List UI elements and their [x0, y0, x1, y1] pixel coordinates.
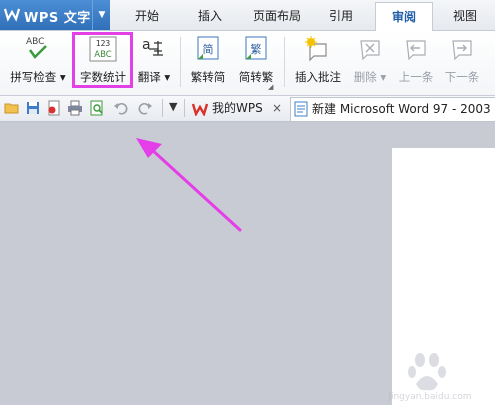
wps-red-logo-icon: [192, 103, 208, 116]
tab-page-layout[interactable]: 页面布局: [246, 0, 308, 30]
quick-access-toolbar: ▼ 我的WPS × 新建 Microsoft Word 97 - 2003: [0, 96, 495, 122]
simp-to-trad-button[interactable]: 繁 简转繁: [234, 33, 278, 89]
save-icon[interactable]: [25, 100, 41, 116]
prev-comment-label: 上一条: [398, 70, 434, 84]
toolbar-dropdown-icon[interactable]: ▼: [169, 100, 177, 113]
insert-comment-label: 插入批注: [295, 70, 341, 84]
svg-text:繁: 繁: [251, 42, 262, 56]
close-icon[interactable]: ×: [272, 97, 282, 120]
tab-insert[interactable]: 插入: [184, 0, 236, 30]
insert-comment-icon: [305, 36, 327, 62]
insert-comment-button[interactable]: 插入批注: [290, 33, 346, 89]
spell-check-icon: ABC: [26, 37, 47, 59]
spell-check-label: 拼写检查 ▾: [10, 70, 66, 84]
wps-logo-icon: [4, 8, 20, 22]
app-name: WPS 文字: [24, 11, 91, 26]
simp-to-trad-icon: 繁: [245, 36, 267, 60]
word-count-highlight-box: [72, 32, 133, 88]
baidu-jingyan-watermark: jingyan.baidu.com: [387, 353, 472, 402]
prev-comment-icon: [406, 40, 426, 61]
spell-check-button[interactable]: ABC 拼写检查 ▾: [6, 33, 70, 89]
trad-to-simp-icon: 简: [197, 36, 219, 60]
trad-to-simp-button[interactable]: 简 繁转简: [186, 33, 230, 89]
document-icon: [294, 101, 308, 117]
svg-text:a: a: [142, 37, 151, 53]
prev-comment-button[interactable]: 上一条: [394, 33, 438, 89]
chevron-down-icon[interactable]: ▼: [92, 0, 111, 30]
tab-view[interactable]: 视图: [442, 0, 488, 30]
print-preview-icon[interactable]: [89, 100, 105, 116]
ribbon-separator: [284, 37, 285, 87]
tab-start[interactable]: 开始: [122, 0, 172, 30]
next-comment-button[interactable]: 下一条: [440, 33, 484, 89]
toolbar-separator: [162, 99, 163, 117]
translate-button[interactable]: a 翻译 ▾: [136, 33, 172, 89]
toolbar-separator: [184, 99, 185, 117]
tab-review[interactable]: 审阅: [375, 2, 433, 33]
menu-tab-bar: WPS 文字 ▼ 开始 插入 页面布局 引用 审阅 视图: [0, 0, 495, 33]
open-folder-icon[interactable]: [4, 100, 20, 116]
next-comment-icon: [452, 40, 472, 61]
next-comment-label: 下一条: [444, 70, 480, 84]
print-icon[interactable]: [67, 100, 83, 116]
group-expand-icon[interactable]: ◢: [268, 83, 273, 91]
wps-window: WPS 文字 ▼ 开始 插入 页面布局 引用 审阅 视图 ABC 拼写检查 ▾ …: [0, 0, 495, 405]
tab-my-wps-label: 我的WPS: [212, 101, 263, 115]
trad-to-simp-label: 繁转简: [190, 70, 226, 84]
delete-comment-button[interactable]: 删除 ▾: [348, 33, 392, 89]
svg-text:简: 简: [203, 42, 214, 56]
export-pdf-icon[interactable]: [46, 100, 62, 116]
ribbon-separator: [180, 37, 181, 87]
watermark-text: jingyan.baidu.com: [387, 392, 471, 402]
delete-comment-label: 删除 ▾: [353, 70, 387, 84]
translate-icon: a: [142, 37, 163, 56]
redo-icon[interactable]: [137, 100, 153, 116]
delete-comment-icon: [360, 40, 380, 61]
spell-icon-text: ABC: [26, 37, 44, 47]
translate-label: 翻译 ▾: [137, 70, 171, 84]
tab-reference[interactable]: 引用: [318, 0, 364, 30]
app-menu-button[interactable]: WPS 文字 ▼: [0, 0, 110, 30]
review-ribbon: ABC 拼写检查 ▾ 123 ABC 字数统计 a 翻译 ▾ 简 繁转简 繁 简…: [0, 31, 495, 96]
tab-my-wps[interactable]: 我的WPS ×: [190, 97, 286, 120]
tab-document[interactable]: 新建 Microsoft Word 97 - 2003: [290, 97, 495, 121]
undo-icon[interactable]: [113, 100, 129, 116]
tab-document-label: 新建 Microsoft Word 97 - 2003: [312, 102, 491, 116]
